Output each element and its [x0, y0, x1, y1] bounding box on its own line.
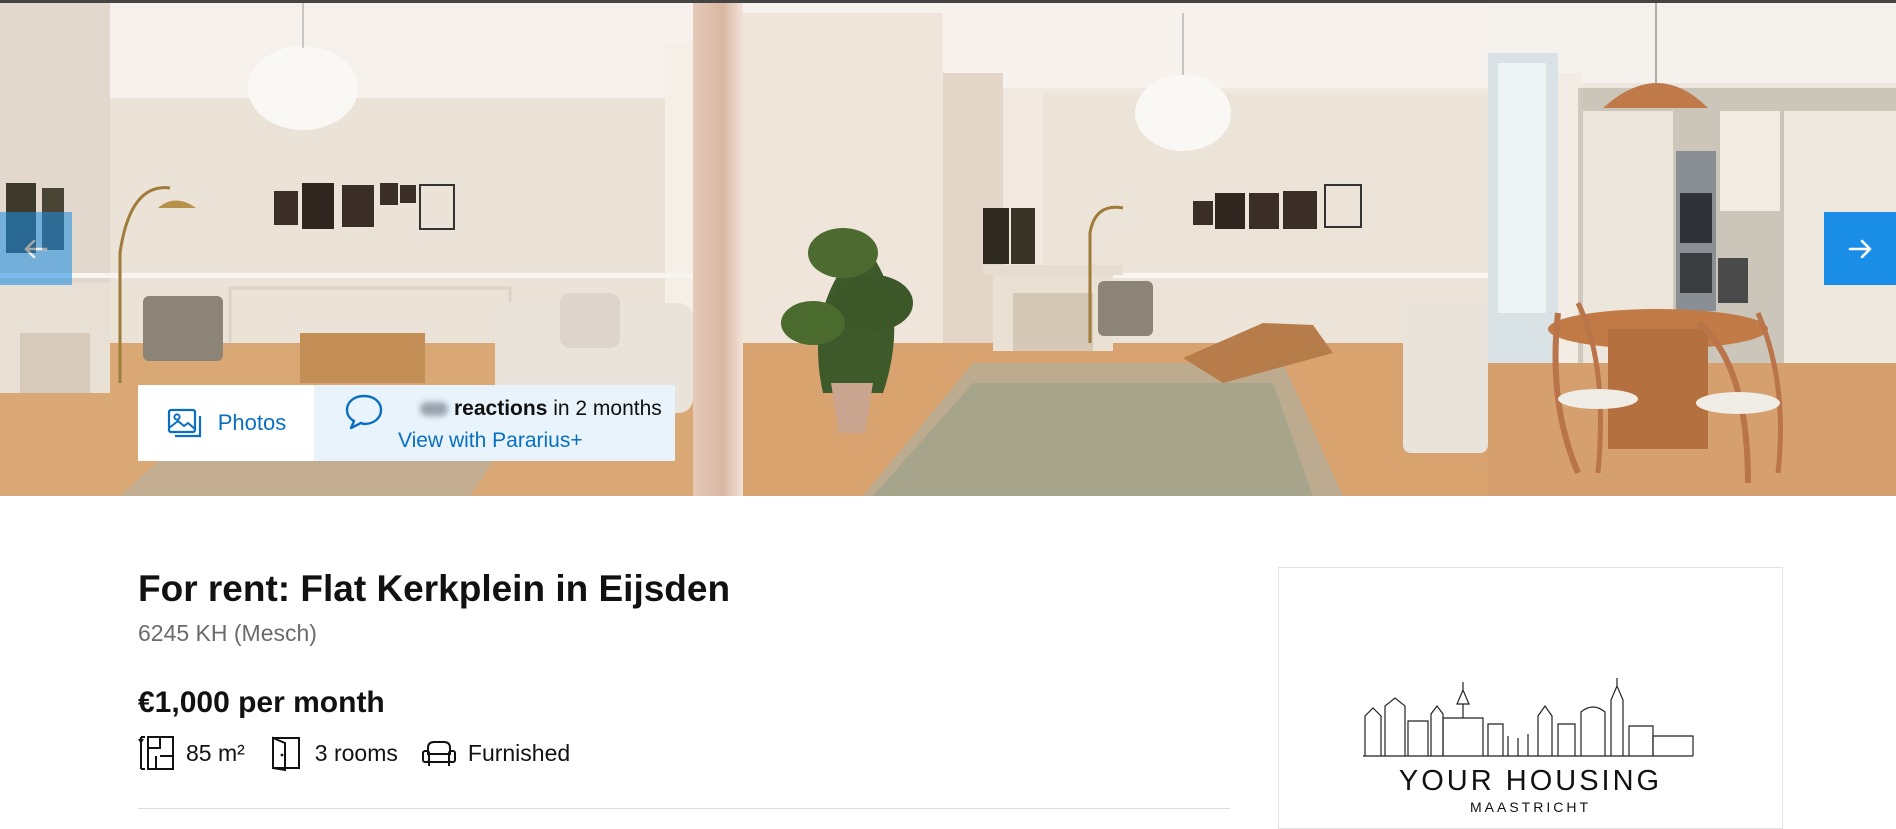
listing-title: For rent: Flat Kerkplein in Eijsden: [138, 568, 731, 609]
photos-label: Photos: [217, 410, 287, 435]
arrow-left-icon: [24, 239, 48, 258]
reactions-panel[interactable]: reactions in 2 months View with Pararius…: [314, 385, 675, 461]
reactions-count-blurred: [420, 402, 448, 417]
photos-button[interactable]: Photos: [138, 385, 314, 461]
agent-name: YOUR HOUSING: [1398, 765, 1663, 797]
section-divider: [138, 808, 1230, 809]
photo-gallery[interactable]: Photos reactions in 2 months View with P…: [0, 3, 1896, 496]
next-photo-button[interactable]: [1824, 212, 1896, 285]
listing-address: 6245 KH (Mesch): [138, 620, 317, 646]
feature-furnished-label: Furnished: [467, 739, 571, 766]
reactions-period: in 2 months: [547, 397, 662, 420]
feature-rooms: 3 rooms: [267, 734, 398, 772]
listing-price: €1,000 per month: [138, 686, 385, 719]
photos-icon: [167, 408, 201, 438]
photo-actions-bar: Photos reactions in 2 months View with P…: [138, 385, 675, 461]
reactions-summary: reactions in 2 months: [420, 397, 662, 421]
surface-area-icon: [138, 736, 174, 770]
gallery-photo[interactable]: [743, 3, 1488, 496]
agent-card[interactable]: YOUR HOUSING MAASTRICHT: [1278, 567, 1783, 829]
agent-city: MAASTRICHT: [1470, 799, 1591, 815]
feature-furnished: Furnished: [420, 734, 570, 772]
listing-features: 85 m² 3 rooms Furnished: [138, 733, 570, 773]
rooms-icon: [271, 736, 300, 772]
furnished-icon: [421, 741, 456, 766]
photo-separator: [693, 3, 743, 496]
chat-bubble-icon: [345, 394, 383, 430]
arrow-right-icon: [1848, 239, 1872, 258]
feature-surface-area-label: 85 m²: [186, 739, 245, 766]
feature-surface-area: 85 m²: [138, 734, 245, 772]
previous-photo-button[interactable]: [0, 212, 72, 285]
view-with-pararius-link[interactable]: View with Pararius+: [398, 429, 583, 453]
feature-rooms-label: 3 rooms: [314, 739, 398, 766]
reactions-label: reactions: [454, 397, 548, 420]
